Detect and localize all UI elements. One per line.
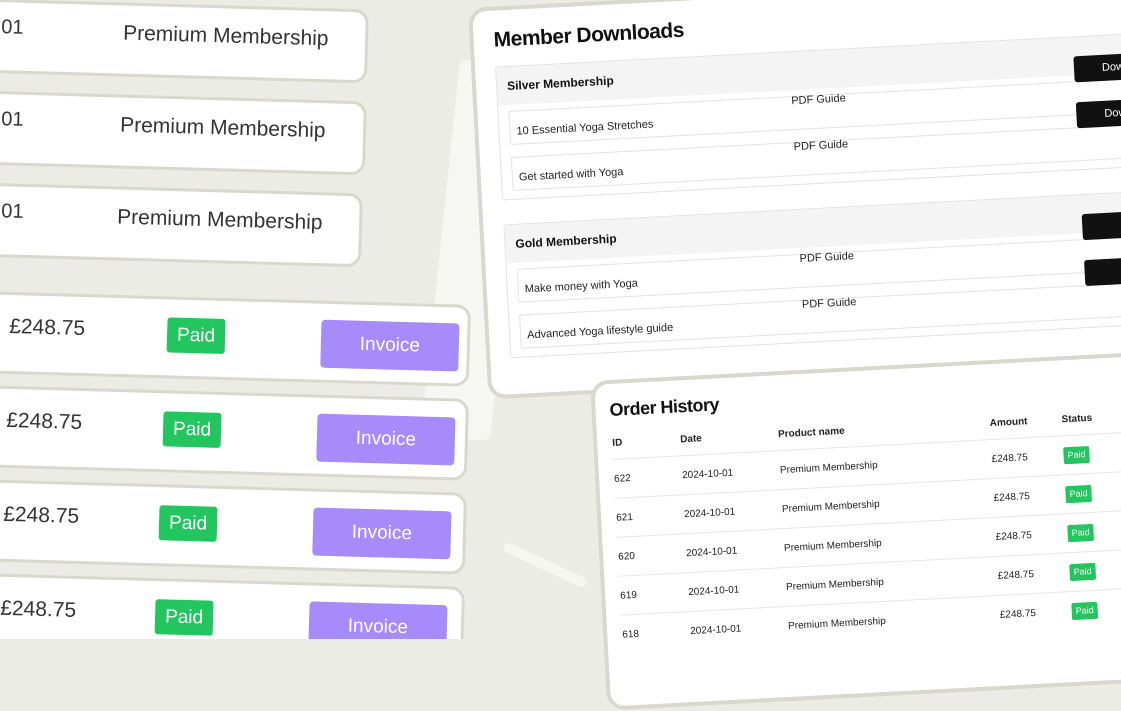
paid-badge: Paid	[1065, 484, 1093, 503]
download-type: PDF Guide	[801, 296, 857, 311]
order-history-table: ID Date Product name Amount Status 622 2…	[610, 398, 1121, 654]
download-type: PDF Guide	[793, 138, 849, 154]
download-button[interactable]: Dow	[1073, 52, 1121, 83]
paid-badge: Paid	[1067, 523, 1095, 542]
order-id: 618	[620, 611, 691, 654]
column-header-status: Status	[1061, 412, 1093, 425]
paid-badge: Paid	[1063, 445, 1090, 464]
order-date: 2024-10-01	[686, 567, 787, 612]
download-button[interactable]: Dow	[1075, 98, 1121, 129]
product-name: Premium Membership	[116, 205, 323, 235]
product-name: Premium Membership	[119, 113, 326, 143]
order-date: 2024-10-01	[684, 528, 785, 573]
gold-membership-group: Gold Membership Make money with Yoga PDF…	[503, 190, 1121, 359]
member-downloads-panel: Member Downloads Silver Membership 10 Es…	[468, 0, 1121, 400]
order-id: 01	[1, 16, 24, 39]
download-button[interactable]: D	[1081, 209, 1121, 241]
column-header-id: ID	[611, 436, 623, 449]
invoice-button[interactable]: Invoice	[312, 507, 452, 560]
zoomed-order-row: £248.75 Paid Invoice	[0, 291, 472, 387]
silver-membership-group: Silver Membership 10 Essential Yoga Stre…	[495, 32, 1121, 201]
order-date: 2024-10-01	[680, 450, 780, 495]
order-id: 01	[1, 108, 24, 131]
zoomed-order-row: £248.75 Paid Invoice	[0, 573, 466, 639]
order-id: 01	[1, 200, 24, 223]
download-type: PDF Guide	[791, 92, 846, 108]
order-history-panel: Order History ID Date Product name Amoun…	[590, 348, 1121, 711]
invoice-button[interactable]: Invoice	[320, 319, 460, 372]
download-name: Advanced Yoga lifestyle guide	[526, 321, 674, 342]
order-id: 621	[614, 494, 685, 538]
zoomed-product-row: 01 Premium Membership	[0, 90, 367, 176]
order-amount: £248.75	[5, 408, 83, 435]
column-header-amount: Amount	[989, 415, 1028, 429]
order-id: 622	[612, 455, 683, 499]
zoomed-order-row: £248.75 Paid Invoice	[0, 479, 468, 575]
order-amount: £248.75	[989, 435, 1064, 479]
invoice-button[interactable]: Invoice	[308, 601, 448, 639]
order-amount: £248.75	[995, 552, 1070, 596]
paid-badge: Paid	[154, 599, 214, 636]
order-amount: £248.75	[8, 314, 86, 341]
background-line	[502, 541, 588, 589]
zoomed-product-row: 01 Premium Membership	[0, 0, 369, 84]
download-button[interactable]: D	[1084, 255, 1121, 287]
order-amount: £248.75	[991, 474, 1066, 518]
download-name: Make money with Yoga	[524, 277, 639, 296]
paid-badge: Paid	[158, 505, 218, 542]
paid-badge: Paid	[1071, 601, 1099, 620]
paid-badge: Paid	[166, 317, 226, 354]
download-type: PDF Guide	[799, 250, 855, 265]
paid-badge: Paid	[162, 411, 222, 448]
zoomed-product-row: 01 Premium Membership	[0, 182, 363, 268]
order-date: 2024-10-01	[682, 489, 782, 534]
download-name: 10 Essential Yoga Stretches	[516, 118, 654, 138]
product-name: Premium Membership	[122, 21, 329, 51]
order-id: 619	[618, 572, 689, 616]
order-amount: £248.75	[0, 596, 77, 622]
order-amount: £248.75	[993, 513, 1068, 557]
order-amount: £248.75	[997, 591, 1072, 634]
zoomed-order-row: £248.75 Paid Invoice	[0, 385, 470, 481]
invoice-button[interactable]: Invoice	[316, 413, 456, 466]
zoomed-order-list: 01 Premium Membership 01 Premium Members…	[0, 0, 480, 639]
order-date: 2024-10-01	[688, 606, 789, 651]
paid-badge: Paid	[1069, 562, 1097, 581]
column-header-date: Date	[679, 432, 703, 445]
order-amount: £248.75	[2, 502, 80, 528]
order-id: 620	[616, 533, 687, 577]
download-name: Get started with Yoga	[518, 166, 624, 184]
